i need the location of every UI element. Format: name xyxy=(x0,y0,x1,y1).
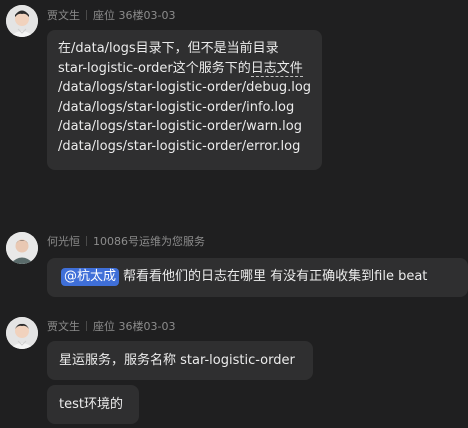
sender-name[interactable]: 贾文生 xyxy=(47,9,80,22)
sender-info: 贾文生 座位 36楼03-03 xyxy=(47,320,175,334)
divider xyxy=(86,236,87,246)
message-bubble[interactable]: 在/data/logs目录下，但不是当前目录 star-logistic-ord… xyxy=(47,30,322,170)
avatar[interactable] xyxy=(6,317,38,349)
chat-panel: 贾文生 座位 36楼03-03 在/data/logs目录下，但不是当前目录 st… xyxy=(0,0,468,428)
message-line: /data/logs/star-logistic-order/info.log xyxy=(58,99,295,115)
highlighted-term[interactable]: 日志文件 xyxy=(250,60,303,77)
sender-meta: 座位 36楼03-03 xyxy=(93,320,176,333)
mention-tag[interactable]: @杭太成 xyxy=(61,268,120,286)
avatar[interactable] xyxy=(6,5,38,37)
message-line: /data/logs/star-logistic-order/debug.log xyxy=(58,80,312,95)
message-line: 在/data/logs目录下，但不是当前目录 xyxy=(58,41,279,56)
divider xyxy=(86,10,87,20)
sender-info: 贾文生 座位 36楼03-03 xyxy=(47,9,175,23)
sender-meta: 10086号运维为您服务 xyxy=(93,235,205,248)
message-text: 星运服务，服务名称 star-logistic-order xyxy=(59,353,295,368)
message-line: star-logistic-order这个服务下的日志文件 xyxy=(58,60,303,77)
message-line: /data/logs/star-logistic-order/error.log xyxy=(58,138,301,154)
divider xyxy=(86,321,87,331)
sender-meta: 座位 36楼03-03 xyxy=(93,9,176,22)
message-line: /data/logs/star-logistic-order/warn.log xyxy=(58,119,302,134)
avatar[interactable] xyxy=(6,232,38,264)
message-text: 帮看看他们的日志在哪里 有没有正确收集到file beat xyxy=(123,269,428,284)
message-bubble[interactable]: @杭太成 帮看看他们的日志在哪里 有没有正确收集到file beat xyxy=(47,258,468,297)
sender-name[interactable]: 何光恒 xyxy=(47,235,80,248)
sender-info: 何光恒 10086号运维为您服务 xyxy=(47,235,205,249)
message-bubble[interactable]: test环境的 xyxy=(47,385,139,424)
sender-name[interactable]: 贾文生 xyxy=(47,320,80,333)
message-bubble[interactable]: 星运服务，服务名称 star-logistic-order xyxy=(47,341,313,380)
message-text: test环境的 xyxy=(59,397,123,412)
